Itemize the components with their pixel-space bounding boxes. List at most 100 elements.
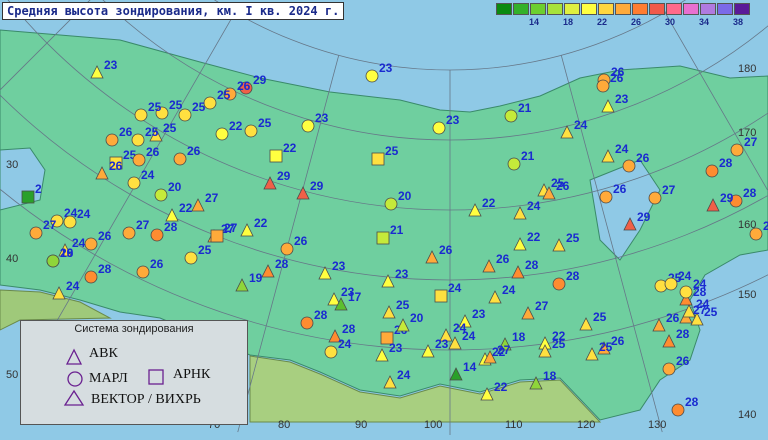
station-circle-icon: [679, 285, 693, 299]
station-marker[interactable]: 28: [671, 395, 699, 417]
station-circle-icon: [552, 277, 566, 291]
scale-label: 30: [664, 17, 675, 27]
avk-triangle-icon: [65, 348, 83, 365]
station-value: 28: [164, 220, 178, 234]
station-value: 19: [60, 246, 74, 260]
station-value: 22: [179, 201, 193, 215]
legend-vektor-label: ВЕКТОР / ВИХРЬ: [91, 392, 201, 407]
station-marker[interactable]: 23: [365, 61, 393, 83]
station-value: 25: [396, 298, 410, 312]
station-circle-icon: [132, 153, 146, 167]
station-value: 24: [66, 279, 80, 293]
station-circle-icon: [154, 188, 168, 202]
station-value: 26: [294, 234, 308, 248]
scale-label: 38: [732, 17, 743, 27]
station-value: 26: [119, 125, 133, 139]
station-value: 27: [43, 218, 57, 232]
station-value: 23: [315, 111, 329, 125]
latitude-label: 50: [6, 369, 18, 381]
station-value: 22: [283, 141, 297, 155]
station-circle-icon: [301, 119, 315, 133]
station-circle-icon: [215, 127, 229, 141]
station-circle-icon: [324, 345, 338, 359]
station-value: 23: [472, 307, 486, 321]
scale-swatch: [649, 3, 665, 15]
station-circle-icon: [648, 191, 662, 205]
station-value: 24: [527, 199, 541, 213]
legend-panel: Система зондирования АВК МАРЛ АРНК ВЕКТО…: [20, 320, 248, 425]
station-value: 28: [676, 327, 690, 341]
station-value: 26: [666, 311, 680, 325]
station-value: 23: [446, 113, 460, 127]
station-circle-icon: [203, 96, 217, 110]
latitude-label: 40: [6, 253, 18, 265]
station-square-icon: [21, 190, 35, 204]
station-value: 28: [719, 156, 733, 170]
station-circle-icon: [122, 226, 136, 240]
station-value: 20: [410, 311, 424, 325]
longitude-label: 150: [738, 289, 756, 301]
station-value: 23: [379, 61, 393, 75]
vektor-triangle-icon: [63, 389, 85, 406]
station-value: 21: [518, 101, 532, 115]
station-value: 27: [224, 221, 238, 235]
station-value: 25: [552, 337, 566, 351]
longitude-label: 140: [738, 409, 756, 421]
station-square-icon: [376, 231, 390, 245]
station-circle-icon: [662, 362, 676, 376]
station-value: 28: [525, 258, 539, 272]
station-value: 23: [615, 92, 629, 106]
station-value: 27: [535, 299, 549, 313]
station-circle-icon: [300, 316, 314, 330]
station-value: 25: [566, 231, 580, 245]
marl-circle-icon: [67, 371, 83, 387]
map-title: Средняя высота зондирования, км. I кв. 2…: [2, 2, 345, 20]
station-value: 23: [395, 267, 409, 281]
station-circle-icon: [136, 265, 150, 279]
station-value: 25: [217, 88, 231, 102]
station-value: 29: [253, 73, 267, 87]
scale-swatch: [717, 3, 733, 15]
station-circle-icon: [504, 109, 518, 123]
station-square-icon: [434, 289, 448, 303]
station-value: 29: [637, 210, 651, 224]
scale-swatch: [632, 3, 648, 15]
station-circle-icon: [84, 237, 98, 251]
station-value: 29: [277, 169, 291, 183]
station-circle-icon: [46, 254, 60, 268]
station-value: 19: [249, 271, 263, 285]
station-circle-icon: [29, 226, 43, 240]
station-value: 26: [187, 144, 201, 158]
legend-marl-label: МАРЛ: [89, 371, 128, 386]
station-value: 27: [744, 135, 758, 149]
station-circle-icon: [671, 403, 685, 417]
station-value: 28: [566, 269, 580, 283]
longitude-label: 110: [505, 419, 523, 431]
station-value: 29: [310, 179, 324, 193]
station-circle-icon: [244, 124, 258, 138]
station-square-icon: [371, 152, 385, 166]
station-value: 2: [35, 182, 42, 196]
station-value: 20: [168, 180, 182, 194]
station-value: 24: [615, 142, 629, 156]
station-value: 22: [482, 196, 496, 210]
station-circle-icon: [730, 143, 744, 157]
station-circle-icon: [131, 133, 145, 147]
station-value: 24: [502, 283, 516, 297]
station-value: 22: [527, 230, 541, 244]
scale-label: 14: [528, 17, 539, 27]
station-value: 18: [543, 369, 557, 383]
scale-swatch: [581, 3, 597, 15]
station-square-icon: [210, 229, 224, 243]
station-circle-icon: [622, 159, 636, 173]
station-circle-icon: [749, 227, 763, 241]
station-value: 28: [685, 395, 699, 409]
arnk-square-icon: [148, 369, 164, 385]
station-value: 25: [145, 125, 159, 139]
station-value: 20: [398, 189, 412, 203]
longitude-label: 120: [577, 419, 595, 431]
station-value: 24: [453, 321, 467, 335]
station-value: 26: [496, 252, 510, 266]
station-value: 22: [254, 216, 268, 230]
scale-swatch: [496, 3, 512, 15]
